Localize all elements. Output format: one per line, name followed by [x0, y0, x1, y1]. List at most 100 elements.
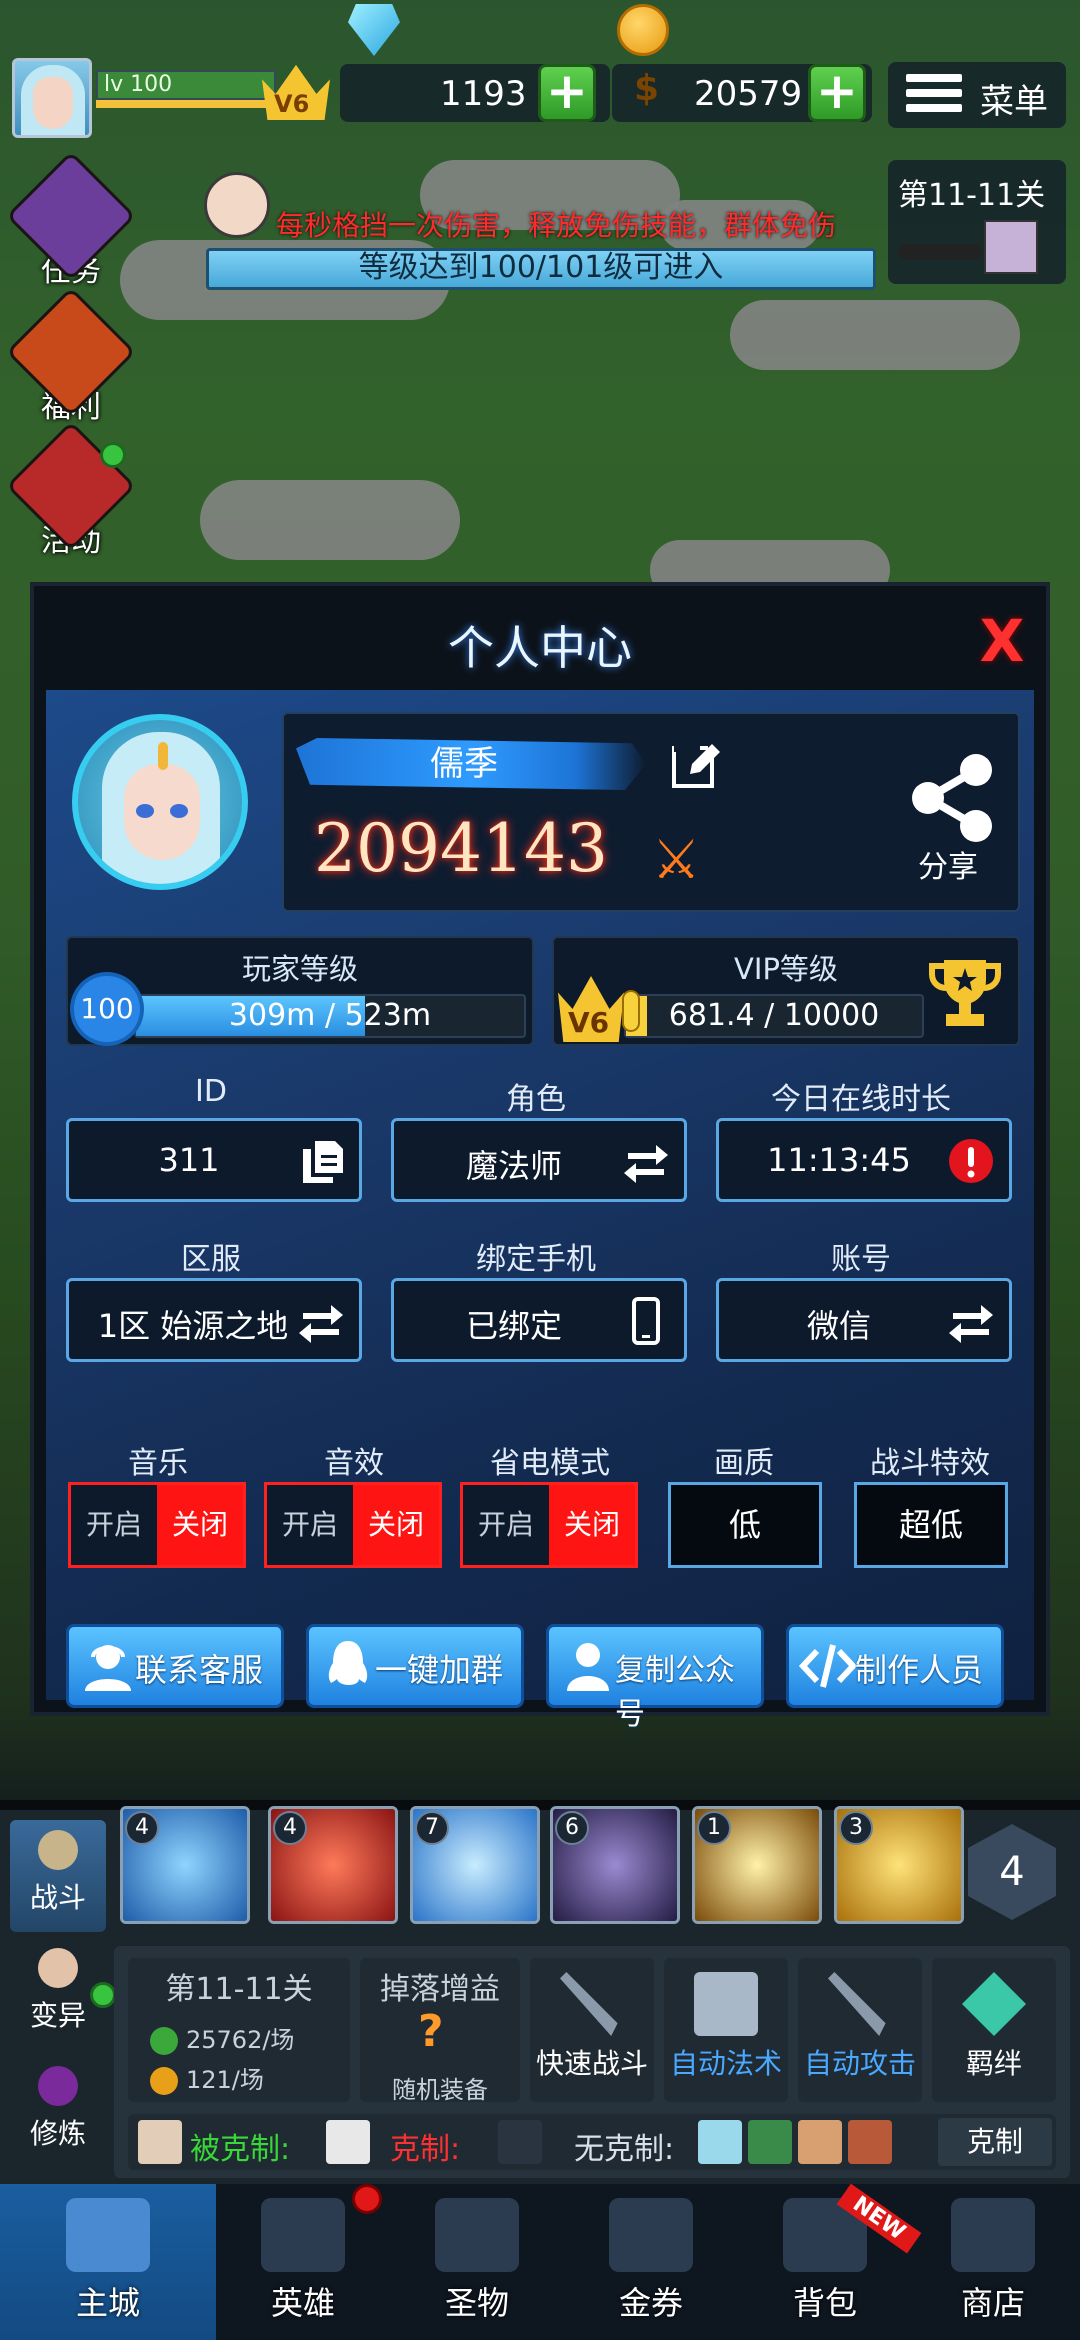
side-button-task[interactable]: 任务	[5, 150, 137, 290]
alert-icon[interactable]	[947, 1137, 995, 1185]
credits-button[interactable]: 制作人员	[786, 1624, 1004, 1708]
join-group-button[interactable]: 一键加群	[306, 1624, 524, 1708]
tab-battle[interactable]: 战斗	[10, 1820, 106, 1932]
stage-label: 第11-11关	[898, 178, 1046, 213]
power-save-toggle[interactable]: 开启 关闭	[460, 1482, 638, 1568]
fast-battle-button[interactable]: 快速战斗	[530, 1958, 654, 2102]
auto-spell-button[interactable]: 自动法术	[664, 1958, 788, 2102]
account-label: 账号	[831, 1242, 891, 1277]
tab-battle-label: 战斗	[29, 1881, 86, 1914]
coin-symbol: $	[634, 68, 660, 109]
panda-avatar	[326, 2120, 370, 2164]
skill-level: 3	[839, 1811, 873, 1845]
code-icon	[799, 1644, 857, 1688]
add-gold-button[interactable]: +	[808, 64, 866, 122]
vortex-icon	[38, 2066, 78, 2106]
bind-phone-field[interactable]: 已绑定	[391, 1278, 687, 1362]
gold-rate-value: 121/场	[186, 2066, 264, 2094]
skill-slot[interactable]: 6	[550, 1806, 680, 1924]
nav-shop[interactable]: 商店	[906, 2184, 1080, 2340]
edit-icon[interactable]	[670, 738, 724, 792]
drop-bonus[interactable]: 掉落增益 ? 随机装备	[360, 1958, 520, 2104]
side-button-welfare[interactable]: 福利	[5, 286, 137, 426]
stage-box[interactable]: 第11-11关	[888, 160, 1066, 284]
close-icon[interactable]: X	[976, 612, 1028, 670]
swap-icon[interactable]	[297, 1297, 345, 1345]
skill-level: 7	[415, 1811, 449, 1845]
copy-official-account-button[interactable]: 复制公众号	[546, 1624, 764, 1732]
account-field[interactable]: 微信	[716, 1278, 1012, 1362]
quality-selector[interactable]: 低	[668, 1482, 822, 1568]
name-card: 儒季 2094143 ⚔ 分享	[282, 712, 1020, 912]
skill-slot[interactable]: 4	[120, 1806, 250, 1924]
nav-main-city-label: 主城	[75, 2284, 140, 2322]
gold-value: 20579	[694, 74, 803, 114]
tab-cultivate[interactable]: 修炼	[10, 2056, 106, 2168]
share-label[interactable]: 分享	[900, 842, 996, 886]
music-toggle[interactable]: 开启 关闭	[68, 1482, 246, 1568]
nav-gold-ticket-label: 金券	[618, 2284, 683, 2322]
trophy-icon[interactable]	[928, 954, 1002, 1030]
power-save-off-option[interactable]: 关闭	[549, 1485, 635, 1565]
nav-main-city[interactable]: 主城	[0, 2184, 216, 2340]
copy-icon[interactable]	[297, 1137, 345, 1185]
skill-slot[interactable]: 7	[410, 1806, 540, 1924]
level-requirement-bar[interactable]: 等级达到100/101级可进入	[206, 248, 876, 290]
hero-avatar	[798, 2120, 842, 2164]
server-value: 1区 始源之地	[97, 1307, 289, 1345]
auto-spell-icon	[694, 1972, 758, 2036]
server-label: 区服	[181, 1242, 241, 1277]
countered-label: 被克制:	[190, 2132, 291, 2167]
skill-slot[interactable]: 4	[268, 1806, 398, 1924]
skill-slot[interactable]: 3	[834, 1806, 964, 1924]
music-off-option[interactable]: 关闭	[157, 1485, 243, 1565]
stage-progress	[898, 244, 982, 260]
role-field[interactable]: 魔法师	[391, 1118, 687, 1202]
notification-dot	[100, 442, 126, 468]
player-avatar[interactable]	[12, 58, 92, 138]
vip-level-card[interactable]: VIP等级 681.4 / 10000 V6	[552, 936, 1020, 1046]
clover-icon	[435, 2198, 519, 2272]
bond-button[interactable]: 羁绊	[932, 1958, 1056, 2102]
paw-icon	[498, 2120, 542, 2164]
auto-attack-button[interactable]: 自动攻击	[798, 1958, 922, 2102]
sfx-toggle[interactable]: 开启 关闭	[264, 1482, 442, 1568]
counter-label: 克制:	[390, 2132, 461, 2167]
bottom-navigation: 主城 英雄 圣物 金券 背包 NEW 商店	[0, 2183, 1080, 2340]
online-time-label: 今日在线时长	[771, 1082, 951, 1117]
hero-avatar	[698, 2120, 742, 2164]
menu-button[interactable]: 菜单	[888, 62, 1066, 128]
profile-avatar[interactable]	[72, 714, 248, 890]
mutation-icon	[38, 1948, 78, 1988]
sfx-on-option[interactable]: 开启	[267, 1485, 353, 1565]
phone-icon[interactable]	[622, 1297, 670, 1345]
notification-dot	[352, 2184, 382, 2214]
nav-gold-ticket[interactable]: 金券	[564, 2184, 738, 2340]
nav-relic[interactable]: 圣物	[390, 2184, 564, 2340]
hero-avatar	[748, 2120, 792, 2164]
sfx-off-option[interactable]: 关闭	[353, 1485, 439, 1565]
contact-support-button[interactable]: 联系客服	[66, 1624, 284, 1708]
server-field[interactable]: 1区 始源之地	[66, 1278, 362, 1362]
join-group-label: 一键加群	[375, 1651, 504, 1689]
add-gems-button[interactable]: +	[538, 64, 596, 122]
stage-info: 第11-11关 25762/场 121/场	[128, 1958, 350, 2102]
swap-icon[interactable]	[947, 1297, 995, 1345]
vip-badge-text: V6	[274, 90, 310, 118]
hero-helmet-icon	[261, 2198, 345, 2272]
account-value: 微信	[806, 1307, 871, 1345]
power-save-on-option[interactable]: 开启	[463, 1485, 549, 1565]
music-on-option[interactable]: 开启	[71, 1485, 157, 1565]
share-icon[interactable]	[904, 750, 1000, 846]
nav-backpack-label: 背包	[792, 2284, 857, 2322]
diamond-icon	[348, 4, 400, 56]
copy-official-account-label: 复制公众号	[615, 1653, 735, 1732]
counter-button[interactable]: 克制	[938, 2118, 1052, 2166]
skill-slot[interactable]: 1	[692, 1806, 822, 1924]
swap-icon[interactable]	[622, 1137, 670, 1185]
ticket-icon	[609, 2198, 693, 2272]
skill-level: 1	[697, 1811, 731, 1845]
gem-value: 1193	[440, 74, 527, 114]
battle-fx-selector[interactable]: 超低	[854, 1482, 1008, 1568]
vip-crown-icon[interactable]: V6	[262, 62, 330, 120]
